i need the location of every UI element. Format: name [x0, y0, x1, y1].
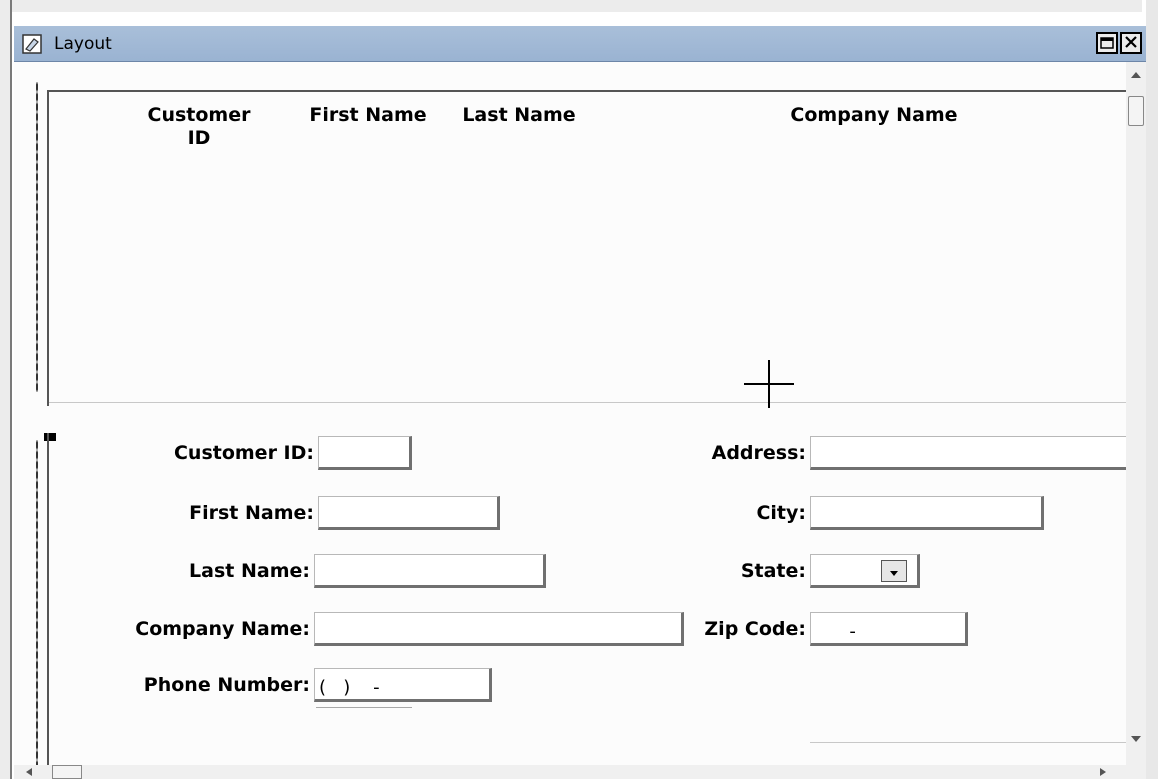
first-name-label: First Name:: [189, 502, 314, 524]
outer-frame-top: [12, 0, 1142, 12]
form-section-dotted-edge: [36, 440, 38, 770]
list-section-bottom-border: [49, 402, 1126, 403]
horizontal-scroll-thumb[interactable]: [52, 765, 82, 779]
maximize-button[interactable]: [1096, 32, 1118, 54]
phone-number-field[interactable]: ( ) -: [314, 668, 492, 702]
window-title: Layout: [54, 34, 112, 54]
column-header-company-name[interactable]: Company Name: [774, 104, 974, 127]
list-section-left-border: [47, 90, 49, 406]
scroll-up-arrow-icon[interactable]: [1131, 72, 1141, 78]
form-divider-line: [810, 742, 1126, 743]
close-icon: [1124, 34, 1138, 53]
zip-code-field[interactable]: -: [810, 612, 968, 646]
company-name-label: Company Name:: [135, 618, 310, 640]
layout-icon: [22, 34, 42, 54]
phone-number-label: Phone Number:: [143, 674, 310, 696]
scroll-right-arrow-icon[interactable]: [1100, 768, 1106, 776]
address-field[interactable]: [810, 436, 1126, 470]
outer-frame-right: [1146, 0, 1158, 779]
window-titlebar[interactable]: Layout: [14, 26, 1146, 62]
column-header-first-name[interactable]: First Name: [304, 104, 432, 127]
last-name-label: Last Name:: [189, 560, 310, 582]
section-resize-handle[interactable]: [44, 433, 56, 441]
form-section-left-border: [47, 433, 49, 779]
city-field[interactable]: [810, 496, 1044, 530]
first-name-field[interactable]: [318, 496, 500, 530]
hidden-field-edge: [316, 707, 412, 708]
column-header-last-name[interactable]: Last Name: [454, 104, 584, 127]
list-section-top-border: [47, 90, 1126, 92]
splitter-dots-top[interactable]: [40, 412, 1126, 414]
last-name-field[interactable]: [314, 554, 546, 588]
address-label: Address:: [711, 442, 806, 464]
zip-code-label: Zip Code:: [704, 618, 806, 640]
vertical-scroll-thumb[interactable]: [1128, 96, 1144, 126]
maximize-icon: [1100, 34, 1114, 53]
city-label: City:: [756, 502, 806, 524]
crosshair-cursor-vertical: [768, 360, 770, 408]
splitter-dots-bottom[interactable]: [40, 422, 1126, 424]
layout-canvas[interactable]: Customer ID First Name Last Name Company…: [14, 62, 1126, 779]
chevron-down-icon: [888, 562, 900, 581]
customer-id-label: Customer ID:: [173, 442, 314, 464]
scroll-left-arrow-icon[interactable]: [26, 768, 32, 776]
layout-window: Layout Customer ID First Name Last Name: [14, 26, 1146, 779]
vertical-scrollbar[interactable]: [1126, 62, 1146, 765]
column-header-customer-id[interactable]: Customer ID: [138, 104, 260, 150]
state-label: State:: [740, 560, 806, 582]
scroll-down-arrow-icon[interactable]: [1131, 736, 1141, 742]
horizontal-scrollbar[interactable]: [14, 765, 1146, 779]
close-button[interactable]: [1120, 32, 1142, 54]
outer-frame-left: [0, 0, 12, 779]
customer-id-field[interactable]: [318, 436, 412, 470]
state-dropdown-button[interactable]: [881, 560, 907, 582]
list-section-dotted-edge: [36, 82, 38, 392]
